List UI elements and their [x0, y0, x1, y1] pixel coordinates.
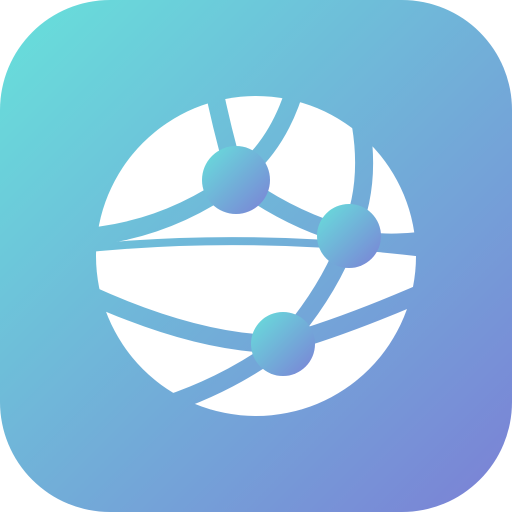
- globe-shape: [0, 0, 512, 512]
- network-node: [202, 146, 270, 214]
- network-node: [317, 204, 381, 268]
- icon-canvas: [0, 0, 512, 512]
- globe-network-icon[interactable]: [0, 0, 512, 512]
- network-node: [251, 312, 315, 376]
